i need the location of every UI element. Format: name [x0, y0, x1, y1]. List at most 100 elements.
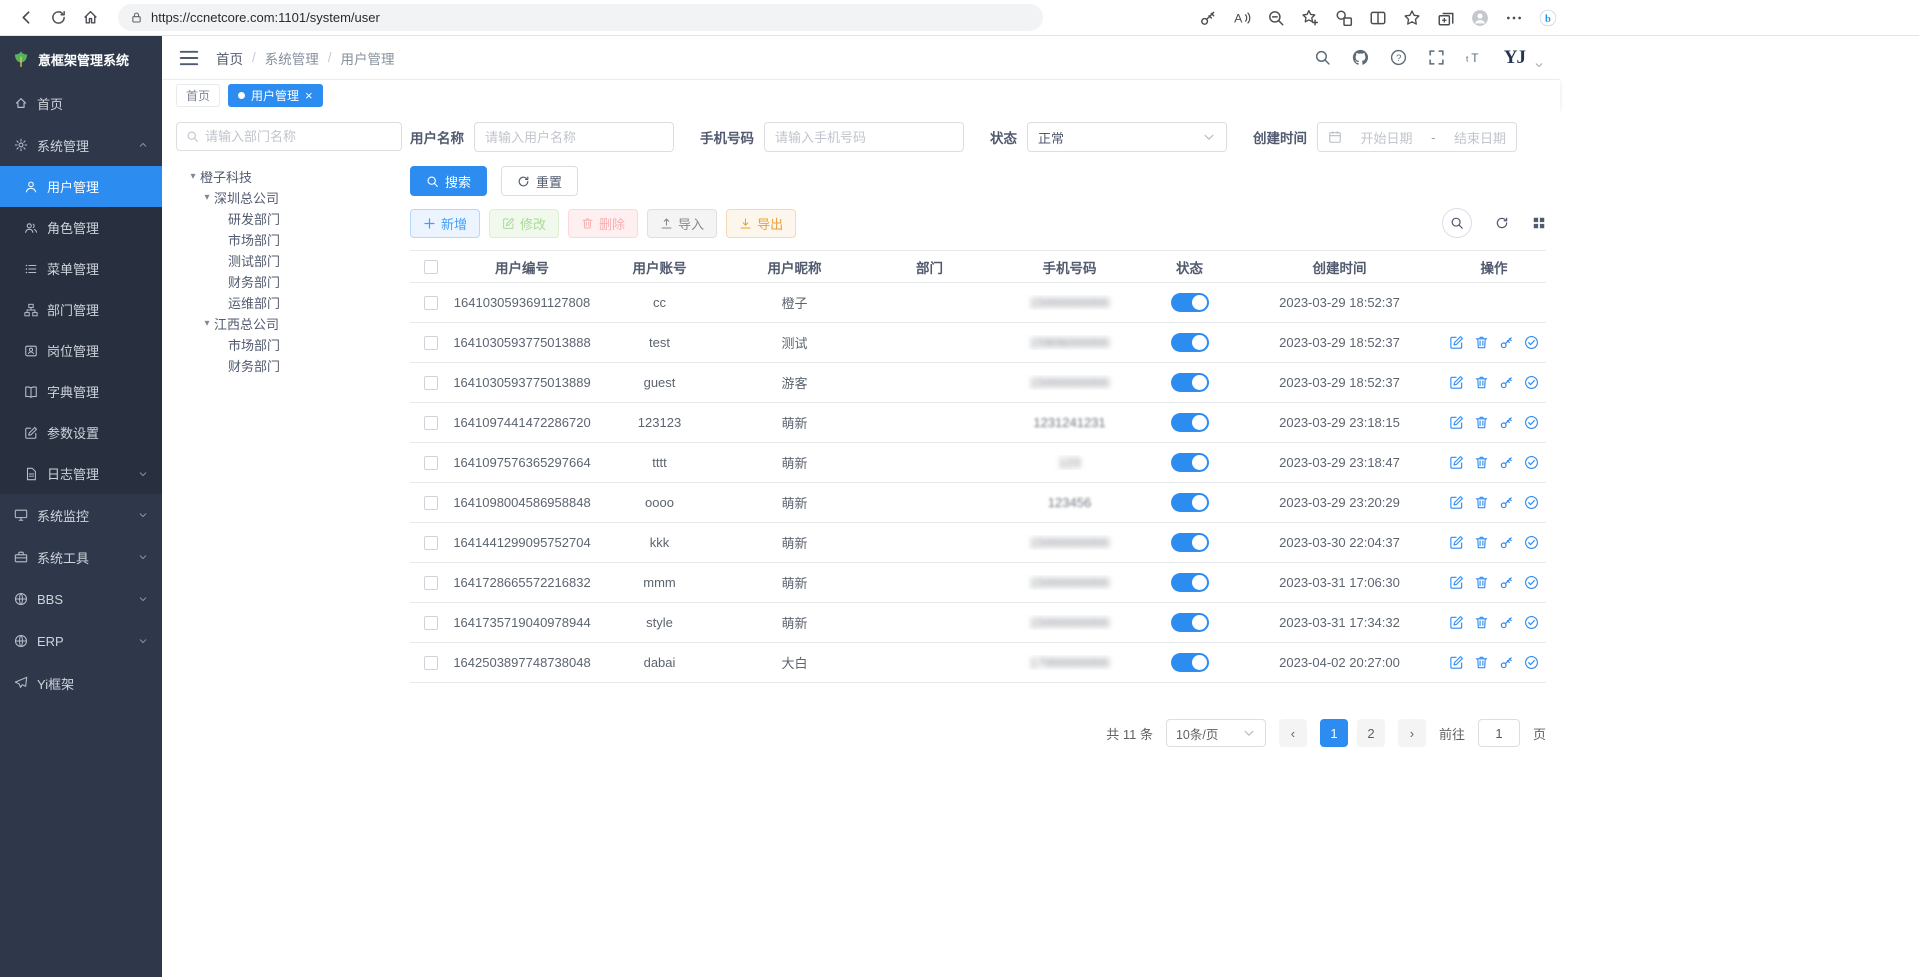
sidebar-item-menu-management[interactable]: 菜单管理	[0, 248, 162, 289]
status-toggle[interactable]	[1171, 493, 1209, 512]
table-search-button[interactable]	[1442, 208, 1472, 238]
sidebar-item-system-management[interactable]: 系统管理	[0, 124, 162, 166]
sidebar-item-home[interactable]: 首页	[0, 82, 162, 124]
tree-node[interactable]: 市场部门	[176, 334, 402, 355]
page-button-2[interactable]: 2	[1357, 719, 1385, 747]
assign-role-icon[interactable]	[1524, 495, 1539, 510]
bing-chat-icon[interactable]: b	[1539, 9, 1557, 27]
browser-back-button[interactable]	[10, 3, 42, 33]
sidebar-item-system-monitor[interactable]: 系统监控	[0, 494, 162, 536]
delete-icon[interactable]	[1474, 335, 1489, 350]
delete-icon[interactable]	[1474, 655, 1489, 670]
github-icon[interactable]	[1352, 49, 1369, 66]
assign-role-icon[interactable]	[1524, 415, 1539, 430]
row-checkbox[interactable]	[424, 296, 438, 310]
sidebar-item-post-management[interactable]: 岗位管理	[0, 330, 162, 371]
sidebar-item-role-management[interactable]: 角色管理	[0, 207, 162, 248]
sidebar-fold-icon[interactable]	[178, 47, 200, 69]
edit-icon[interactable]	[1449, 495, 1464, 510]
page-size-select[interactable]: 10条/页	[1166, 719, 1266, 747]
font-size-icon[interactable]: tT	[1466, 49, 1483, 66]
delete-icon[interactable]	[1474, 375, 1489, 390]
status-toggle[interactable]	[1171, 573, 1209, 592]
sidebar-item-param-settings[interactable]: 参数设置	[0, 412, 162, 453]
edit-icon[interactable]	[1449, 415, 1464, 430]
status-toggle[interactable]	[1171, 653, 1209, 672]
delete-button[interactable]: 删除	[568, 209, 638, 238]
tree-node[interactable]: ▾江西总公司	[176, 313, 402, 334]
breadcrumb-system[interactable]: 系统管理	[265, 48, 319, 68]
tab-home[interactable]: 首页	[176, 84, 220, 107]
reset-password-icon[interactable]	[1499, 535, 1514, 550]
assign-role-icon[interactable]	[1524, 455, 1539, 470]
sidebar-item-log-management[interactable]: 日志管理	[0, 453, 162, 494]
status-toggle[interactable]	[1171, 293, 1209, 312]
password-key-icon[interactable]	[1199, 9, 1217, 27]
row-checkbox[interactable]	[424, 376, 438, 390]
row-checkbox[interactable]	[424, 456, 438, 470]
sidebar-item-system-tools[interactable]: 系统工具	[0, 536, 162, 578]
prev-page-button[interactable]: ‹	[1279, 719, 1307, 747]
browser-refresh-button[interactable]	[42, 3, 74, 33]
tree-node[interactable]: ▾深圳总公司	[176, 187, 402, 208]
edit-icon[interactable]	[1449, 615, 1464, 630]
status-toggle[interactable]	[1171, 413, 1209, 432]
status-select[interactable]: 正常	[1027, 122, 1227, 152]
search-button[interactable]: 搜索	[410, 166, 487, 196]
assign-role-icon[interactable]	[1524, 335, 1539, 350]
reset-password-icon[interactable]	[1499, 375, 1514, 390]
split-screen-icon[interactable]	[1369, 9, 1387, 27]
select-all-checkbox[interactable]	[424, 260, 438, 274]
reset-password-icon[interactable]	[1499, 655, 1514, 670]
sidebar-item-yi-framework[interactable]: Yi框架	[0, 662, 162, 704]
address-bar[interactable]: https://ccnetcore.com:1101/system/user	[118, 4, 1043, 31]
delete-icon[interactable]	[1474, 415, 1489, 430]
import-button[interactable]: 导入	[647, 209, 717, 238]
favorite-add-icon[interactable]	[1301, 9, 1319, 27]
status-toggle[interactable]	[1171, 613, 1209, 632]
export-button[interactable]: 导出	[726, 209, 796, 238]
zoom-out-icon[interactable]	[1267, 9, 1285, 27]
username-input[interactable]	[474, 122, 674, 152]
favorites-icon[interactable]	[1403, 9, 1421, 27]
delete-icon[interactable]	[1474, 615, 1489, 630]
row-checkbox[interactable]	[424, 536, 438, 550]
breadcrumb-user[interactable]: 用户管理	[341, 48, 395, 68]
reset-password-icon[interactable]	[1499, 455, 1514, 470]
tree-node[interactable]: 测试部门	[176, 250, 402, 271]
status-toggle[interactable]	[1171, 533, 1209, 552]
user-avatar[interactable]: YJ	[1504, 47, 1525, 69]
status-toggle[interactable]	[1171, 453, 1209, 472]
row-checkbox[interactable]	[424, 336, 438, 350]
date-range-picker[interactable]: 开始日期 - 结束日期	[1317, 122, 1517, 152]
browser-essentials-icon[interactable]	[1335, 9, 1353, 27]
collections-icon[interactable]	[1437, 9, 1455, 27]
caret-down-icon[interactable]: ▾	[200, 192, 214, 203]
sidebar-item-user-management[interactable]: 用户管理	[0, 166, 162, 207]
reset-password-icon[interactable]	[1499, 495, 1514, 510]
assign-role-icon[interactable]	[1524, 655, 1539, 670]
page-button-1[interactable]: 1	[1320, 719, 1348, 747]
delete-icon[interactable]	[1474, 455, 1489, 470]
caret-down-icon[interactable]: ▾	[200, 318, 214, 329]
table-columns-button[interactable]	[1532, 216, 1546, 230]
close-icon[interactable]: ×	[305, 89, 313, 102]
more-menu-icon[interactable]	[1505, 9, 1523, 27]
phone-input[interactable]	[764, 122, 964, 152]
tab-user-management[interactable]: 用户管理 ×	[228, 84, 323, 107]
assign-role-icon[interactable]	[1524, 575, 1539, 590]
tree-node[interactable]: 运维部门	[176, 292, 402, 313]
sidebar-item-erp[interactable]: ERP	[0, 620, 162, 662]
reset-password-icon[interactable]	[1499, 615, 1514, 630]
browser-home-button[interactable]	[74, 3, 106, 33]
table-refresh-button[interactable]	[1495, 216, 1509, 230]
edit-icon[interactable]	[1449, 455, 1464, 470]
row-checkbox[interactable]	[424, 576, 438, 590]
reset-password-icon[interactable]	[1499, 575, 1514, 590]
goto-page-input[interactable]	[1478, 719, 1520, 747]
edit-icon[interactable]	[1449, 335, 1464, 350]
edit-icon[interactable]	[1449, 375, 1464, 390]
edit-button[interactable]: 修改	[489, 209, 559, 238]
help-icon[interactable]: ?	[1390, 49, 1407, 66]
edit-icon[interactable]	[1449, 575, 1464, 590]
